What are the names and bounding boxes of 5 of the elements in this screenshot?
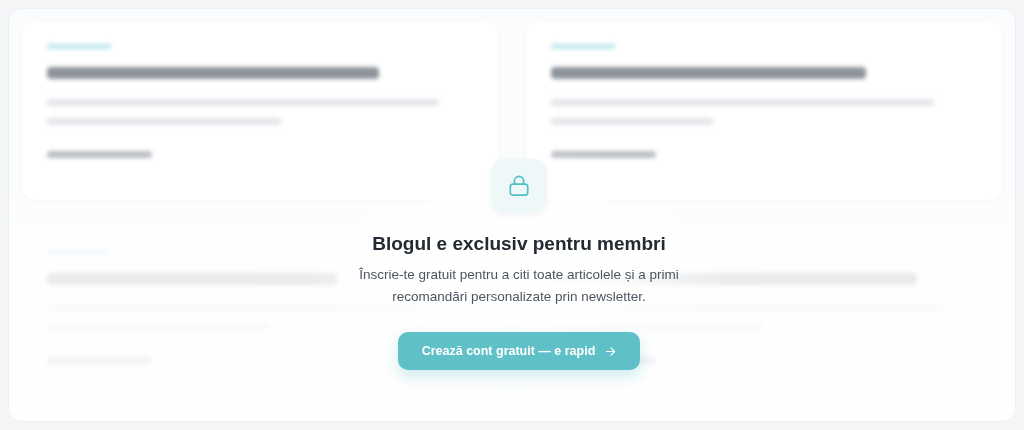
create-account-button[interactable]: Crează cont gratuit — e rapid [397, 332, 641, 370]
arrow-right-icon [605, 345, 617, 357]
gate-heading: Blogul e exclusiv pentru membri [372, 233, 666, 255]
gate-description: Înscrie-te gratuit pentru a citi toate articolele și a primi recomandări personalizate prin newsletter. [358, 266, 680, 306]
lock-icon [508, 174, 530, 198]
